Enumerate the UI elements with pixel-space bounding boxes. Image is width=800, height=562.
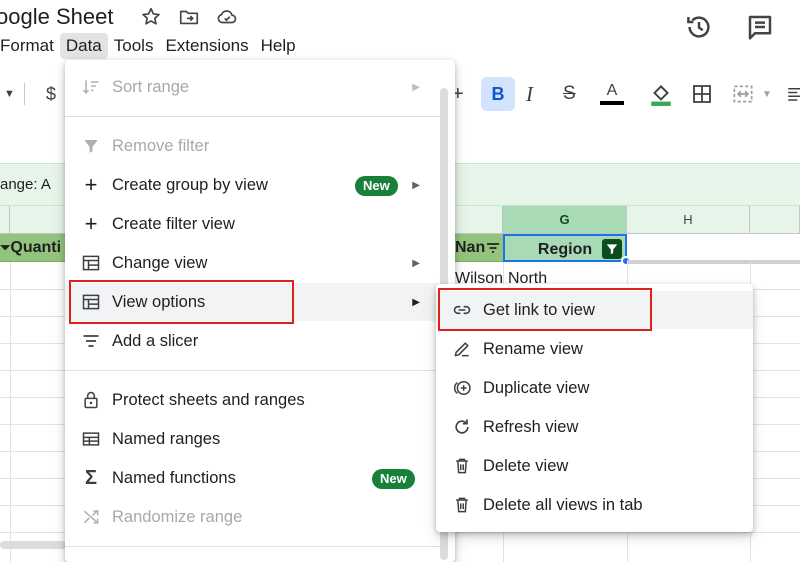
menu-tools[interactable]: Tools	[108, 33, 160, 59]
star-icon[interactable]	[140, 6, 162, 28]
named-ranges-icon	[81, 429, 101, 449]
menu-item-add-slicer[interactable]: Add a slicer	[65, 322, 440, 360]
menu-data[interactable]: Data	[59, 33, 108, 59]
menu-item-randomize-range[interactable]: Randomize range	[65, 498, 440, 536]
currency-format-button[interactable]: $	[46, 77, 56, 111]
comments-icon[interactable]	[745, 12, 775, 42]
column-header[interactable]	[0, 206, 10, 234]
view-options-submenu: Get link to view Rename view Duplicate v…	[436, 284, 753, 532]
header-cell-region[interactable]: Region	[503, 234, 627, 262]
sigma-icon: Σ	[84, 466, 97, 489]
new-badge: New	[372, 469, 415, 489]
filter-range-label: ange: A	[0, 176, 51, 193]
menu-item-create-filter-view[interactable]: + Create filter view	[65, 205, 440, 243]
menu-separator	[65, 116, 440, 117]
plus-icon: +	[84, 172, 98, 197]
menu-item-rename-view[interactable]: Rename view	[436, 330, 753, 368]
column-header[interactable]	[455, 206, 503, 234]
frozen-divider[interactable]	[627, 260, 800, 264]
menu-item-create-group-by-view[interactable]: + Create group by view New ▶	[65, 166, 440, 204]
filter-icon	[81, 136, 101, 156]
menu-item-named-functions[interactable]: Σ Named functions New	[65, 459, 440, 497]
submenu-arrow-icon: ▶	[412, 296, 420, 308]
menu-item-change-view[interactable]: Change view ▶	[65, 244, 440, 282]
menu-separator	[65, 546, 440, 547]
submenu-arrow-icon: ▶	[412, 81, 420, 93]
fill-color-icon[interactable]	[648, 77, 674, 111]
data-menu: Sort range ▶ Remove filter + Create grou…	[65, 60, 455, 562]
menu-format[interactable]: Format	[0, 33, 60, 59]
pencil-icon	[452, 339, 472, 359]
refresh-icon	[452, 417, 472, 437]
column-header[interactable]	[10, 206, 66, 234]
link-icon	[452, 300, 472, 320]
menu-item-protect-sheets[interactable]: Protect sheets and ranges	[65, 381, 440, 419]
header-cell-quantity[interactable]: ⏷Quanti	[0, 234, 66, 262]
dropdown-caret-icon[interactable]: ▼	[4, 77, 15, 111]
merge-dropdown-caret-icon[interactable]: ▼	[762, 77, 772, 111]
menu-item-named-ranges[interactable]: Named ranges	[65, 420, 440, 458]
column-header[interactable]	[750, 206, 800, 234]
filter-list-icon[interactable]	[485, 241, 501, 255]
horizontal-scrollbar[interactable]	[0, 541, 66, 549]
column-header-h[interactable]: H	[627, 206, 750, 234]
table-view-icon	[81, 292, 101, 312]
menu-item-delete-all-views[interactable]: Delete all views in tab	[436, 486, 753, 524]
cloud-saved-icon[interactable]	[216, 6, 238, 28]
move-folder-icon[interactable]	[178, 6, 200, 28]
submenu-arrow-icon: ▶	[412, 179, 420, 191]
merge-cells-icon[interactable]	[730, 77, 756, 111]
submenu-arrow-icon: ▶	[412, 257, 420, 269]
menu-item-duplicate-view[interactable]: Duplicate view	[436, 369, 753, 407]
plus-icon: +	[84, 211, 98, 236]
strikethrough-icon[interactable]: S	[563, 77, 576, 111]
align-icon[interactable]	[786, 77, 800, 111]
text-color-icon[interactable]: A	[600, 77, 624, 111]
bold-icon: B	[491, 83, 505, 104]
document-title[interactable]: oogle Sheet	[0, 4, 113, 30]
borders-icon[interactable]	[690, 77, 714, 111]
trash-icon	[452, 495, 472, 515]
menu-item-view-options[interactable]: View options ▶	[65, 283, 440, 321]
menu-extensions[interactable]: Extensions	[159, 33, 254, 59]
bold-button[interactable]: B	[481, 77, 515, 111]
column-header-g[interactable]: G	[503, 206, 627, 234]
menu-item-delete-view[interactable]: Delete view	[436, 447, 753, 485]
menu-item-get-link-to-view[interactable]: Get link to view	[436, 291, 753, 329]
duplicate-icon	[452, 378, 472, 398]
shuffle-icon	[81, 507, 101, 527]
menu-item-refresh-view[interactable]: Refresh view	[436, 408, 753, 446]
header-cell-name[interactable]: Nan	[455, 234, 503, 262]
menu-item-remove-filter[interactable]: Remove filter	[65, 127, 440, 165]
menu-help[interactable]: Help	[255, 33, 302, 59]
active-filter-icon[interactable]	[602, 239, 622, 259]
version-history-icon[interactable]	[684, 12, 714, 42]
toolbar-divider	[24, 83, 25, 105]
trash-icon	[452, 456, 472, 476]
sort-icon	[81, 77, 101, 97]
menu-separator	[65, 370, 440, 371]
lock-icon	[81, 390, 101, 410]
italic-icon[interactable]: I	[526, 77, 533, 111]
new-badge: New	[355, 176, 398, 196]
menu-item-sort-range[interactable]: Sort range ▶	[65, 68, 440, 106]
table-view-icon	[81, 253, 101, 273]
slicer-icon	[81, 331, 101, 351]
grid-col-line	[10, 262, 11, 562]
menubar: Format Data Tools Extensions Help	[0, 33, 302, 59]
